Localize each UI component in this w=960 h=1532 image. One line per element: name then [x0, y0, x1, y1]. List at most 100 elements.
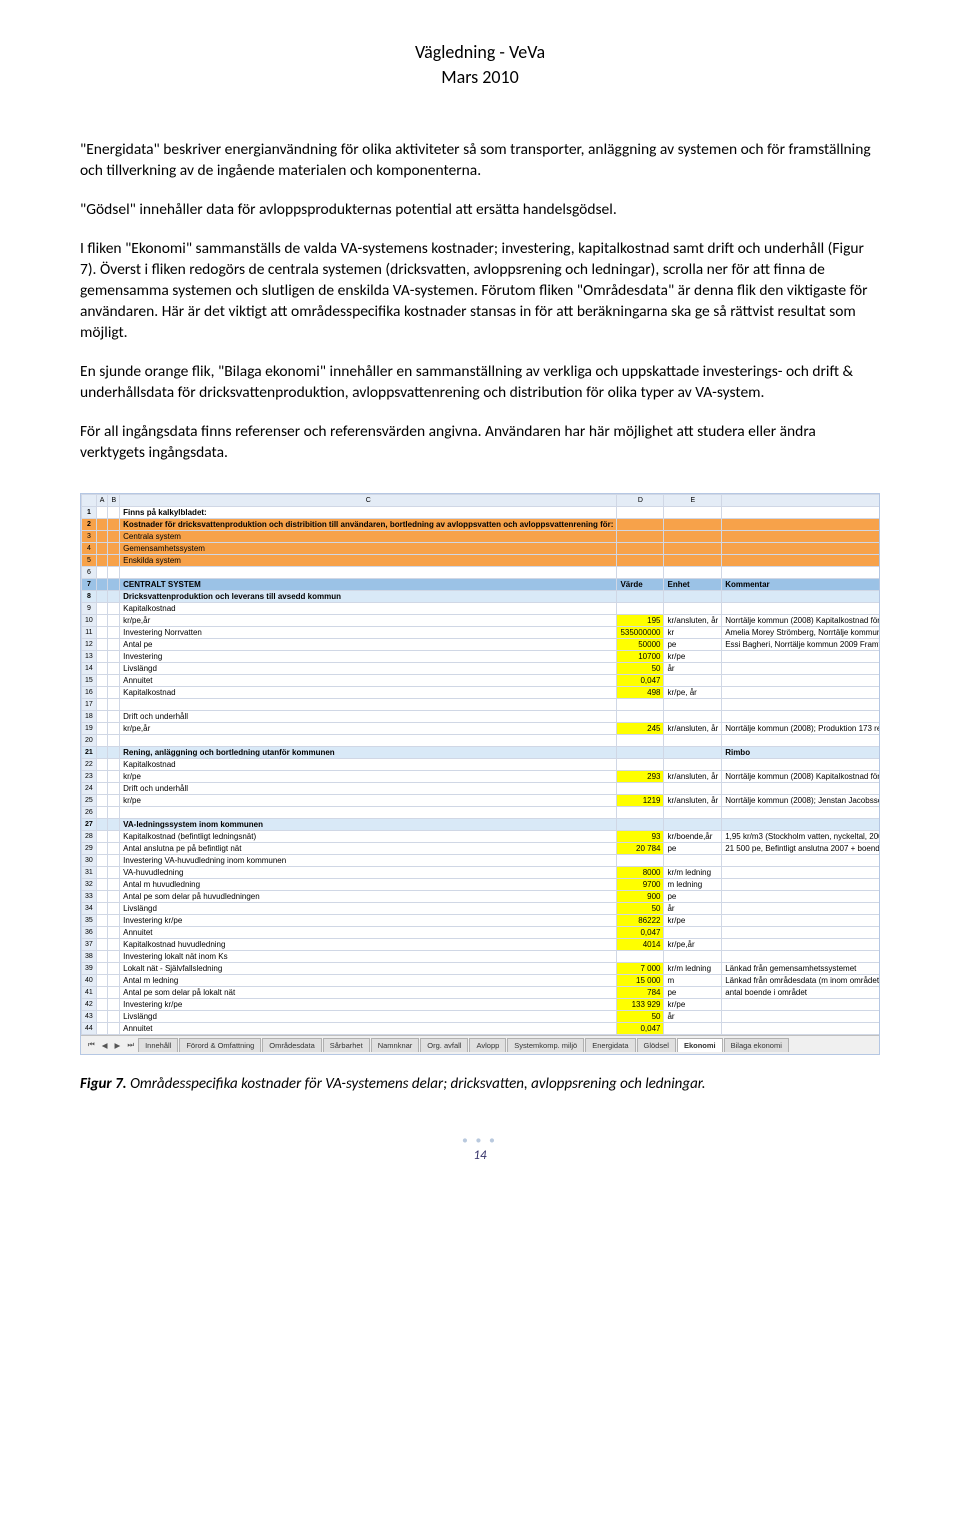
spreadsheet-cell[interactable] — [108, 831, 120, 843]
spreadsheet-cell[interactable] — [96, 567, 108, 579]
spreadsheet-cell[interactable]: pe — [664, 987, 722, 999]
row-number[interactable]: 31 — [82, 867, 97, 879]
spreadsheet-cell[interactable] — [722, 651, 880, 663]
row-number[interactable]: 32 — [82, 879, 97, 891]
spreadsheet-cell[interactable] — [722, 807, 880, 819]
spreadsheet-cell[interactable]: Dricksvattenproduktion och leverans till… — [120, 591, 617, 603]
spreadsheet-cell[interactable] — [96, 699, 108, 711]
spreadsheet-cell[interactable]: kr/pe — [664, 915, 722, 927]
spreadsheet-cell[interactable]: kr/ansluten, år — [664, 723, 722, 735]
spreadsheet-cell[interactable] — [96, 807, 108, 819]
spreadsheet-cell[interactable] — [108, 723, 120, 735]
spreadsheet-cell[interactable] — [664, 543, 722, 555]
spreadsheet-cell[interactable] — [722, 939, 880, 951]
spreadsheet-cell[interactable] — [664, 951, 722, 963]
spreadsheet-cell[interactable]: 15 000 — [617, 975, 664, 987]
spreadsheet-cell[interactable] — [108, 639, 120, 651]
spreadsheet-cell[interactable] — [96, 639, 108, 651]
spreadsheet-cell[interactable]: Kostnader för dricksvattenproduktion och… — [120, 519, 617, 531]
spreadsheet-cell[interactable]: 245 — [617, 723, 664, 735]
spreadsheet-cell[interactable] — [96, 615, 108, 627]
spreadsheet-cell[interactable] — [108, 999, 120, 1011]
spreadsheet-cell[interactable]: 784 — [617, 987, 664, 999]
spreadsheet-cell[interactable] — [722, 783, 880, 795]
spreadsheet-cell[interactable] — [108, 963, 120, 975]
spreadsheet-cell[interactable] — [617, 735, 664, 747]
spreadsheet-cell[interactable]: Norrtälje kommun (2008); Produktion 173 … — [722, 723, 880, 735]
spreadsheet-cell[interactable]: Enhet — [664, 579, 722, 591]
spreadsheet-cell[interactable] — [722, 711, 880, 723]
row-number[interactable]: 9 — [82, 603, 97, 615]
spreadsheet-cell[interactable]: 293 — [617, 771, 664, 783]
spreadsheet-cell[interactable] — [96, 735, 108, 747]
spreadsheet-cell[interactable]: pe — [664, 843, 722, 855]
spreadsheet-cell[interactable] — [96, 891, 108, 903]
spreadsheet-cell[interactable] — [108, 975, 120, 987]
spreadsheet-cell[interactable]: kr/m ledning — [664, 963, 722, 975]
spreadsheet-cell[interactable]: Värde — [617, 579, 664, 591]
row-number[interactable]: 39 — [82, 963, 97, 975]
spreadsheet-cell[interactable] — [96, 603, 108, 615]
spreadsheet-cell[interactable] — [96, 855, 108, 867]
row-number[interactable]: 5 — [82, 555, 97, 567]
spreadsheet-cell[interactable] — [722, 879, 880, 891]
spreadsheet-cell[interactable]: 195 — [617, 615, 664, 627]
spreadsheet-cell[interactable]: 535000000 — [617, 627, 664, 639]
column-header[interactable]: C — [120, 495, 617, 507]
spreadsheet-cell[interactable] — [108, 687, 120, 699]
row-number[interactable]: 36 — [82, 927, 97, 939]
spreadsheet-cell[interactable] — [722, 1011, 880, 1023]
spreadsheet-cell[interactable]: Gemensamhetssystem — [120, 543, 617, 555]
spreadsheet-cell[interactable] — [96, 711, 108, 723]
spreadsheet-cell[interactable] — [617, 555, 664, 567]
spreadsheet-cell[interactable]: Amelia Morey Strömberg, Norrtälje kommun… — [722, 627, 880, 639]
spreadsheet-cell[interactable] — [96, 687, 108, 699]
spreadsheet-cell[interactable]: Kapitalkostnad huvudledning — [120, 939, 617, 951]
sheet-tab[interactable]: Avlopp — [469, 1038, 506, 1052]
spreadsheet-cell[interactable]: 900 — [617, 891, 664, 903]
spreadsheet-cell[interactable]: Kapitalkostnad — [120, 759, 617, 771]
spreadsheet-cell[interactable]: Investering kr/pe — [120, 915, 617, 927]
row-number[interactable]: 24 — [82, 783, 97, 795]
spreadsheet-cell[interactable]: 1,95 kr/m3 (Stockholm vatten, nyckeltal,… — [722, 831, 880, 843]
spreadsheet-cell[interactable]: kr/pe — [120, 771, 617, 783]
row-number[interactable]: 2 — [82, 519, 97, 531]
spreadsheet-cell[interactable] — [108, 603, 120, 615]
spreadsheet-cell[interactable] — [664, 747, 722, 759]
row-number[interactable]: 17 — [82, 699, 97, 711]
spreadsheet-cell[interactable] — [722, 927, 880, 939]
spreadsheet-cell[interactable]: CENTRALT SYSTEM — [120, 579, 617, 591]
column-header[interactable] — [82, 495, 97, 507]
spreadsheet-cell[interactable]: Antal pe som delar på huvudledningen — [120, 891, 617, 903]
spreadsheet-cell[interactable] — [722, 759, 880, 771]
spreadsheet-cell[interactable] — [96, 1023, 108, 1035]
spreadsheet-cell[interactable] — [96, 915, 108, 927]
spreadsheet-cell[interactable]: kr/ansluten, år — [664, 615, 722, 627]
row-number[interactable]: 14 — [82, 663, 97, 675]
spreadsheet-cell[interactable] — [722, 867, 880, 879]
sheet-tab[interactable]: Systemkomp. miljö — [507, 1038, 584, 1052]
spreadsheet-cell[interactable]: Antal pe som delar på lokalt nät — [120, 987, 617, 999]
spreadsheet-cell[interactable]: Investering kr/pe — [120, 999, 617, 1011]
spreadsheet-cell[interactable] — [664, 555, 722, 567]
spreadsheet-cell[interactable] — [722, 543, 880, 555]
spreadsheet-cell[interactable] — [664, 675, 722, 687]
spreadsheet-cell[interactable]: 50 — [617, 903, 664, 915]
spreadsheet-cell[interactable] — [120, 807, 617, 819]
spreadsheet-cell[interactable] — [108, 579, 120, 591]
row-number[interactable]: 12 — [82, 639, 97, 651]
spreadsheet-cell[interactable]: 86222 — [617, 915, 664, 927]
sheet-tab[interactable]: Innehåll — [138, 1038, 178, 1052]
spreadsheet-cell[interactable]: Annuitet — [120, 1023, 617, 1035]
spreadsheet-cell[interactable]: kr/pe — [664, 651, 722, 663]
row-number[interactable]: 33 — [82, 891, 97, 903]
row-number[interactable]: 15 — [82, 675, 97, 687]
spreadsheet-cell[interactable]: år — [664, 663, 722, 675]
row-number[interactable]: 25 — [82, 795, 97, 807]
spreadsheet-cell[interactable]: Antal pe — [120, 639, 617, 651]
spreadsheet-cell[interactable] — [108, 759, 120, 771]
tab-nav-prev-icon[interactable]: ◀ — [99, 1041, 111, 1050]
spreadsheet-cell[interactable] — [722, 1023, 880, 1035]
spreadsheet-cell[interactable] — [108, 531, 120, 543]
row-number[interactable]: 28 — [82, 831, 97, 843]
